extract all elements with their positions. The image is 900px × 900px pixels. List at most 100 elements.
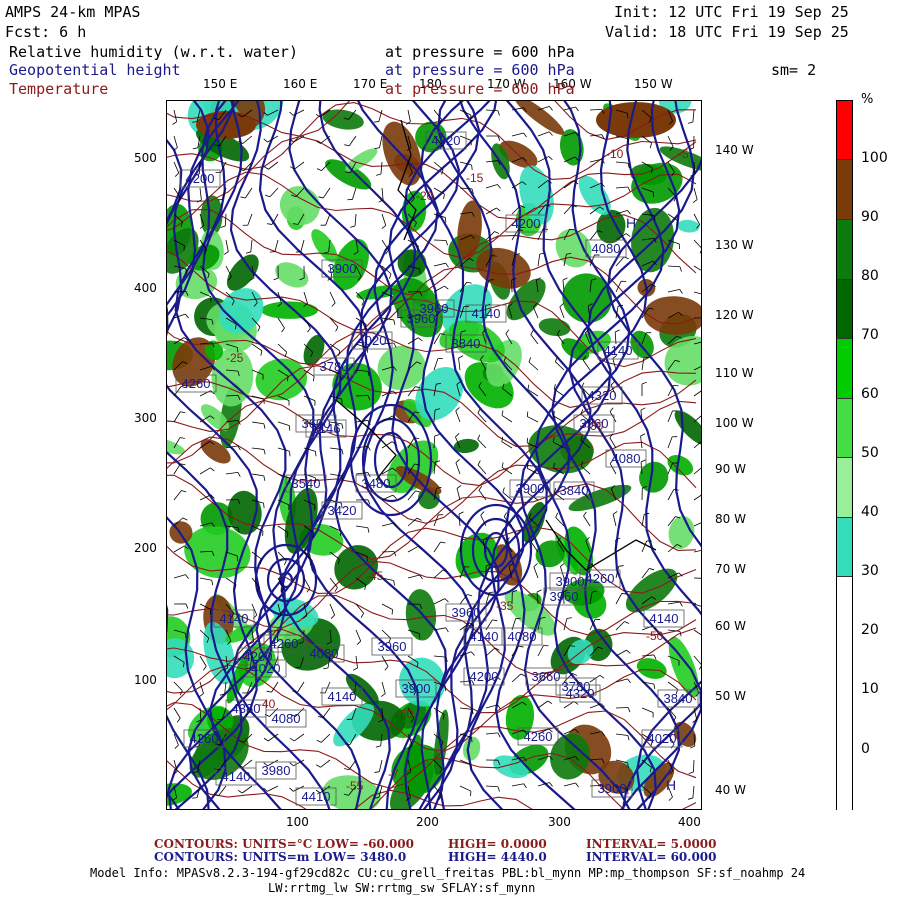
svg-text:4200: 4200	[244, 649, 273, 664]
y-tick-label: 400	[134, 281, 157, 295]
height-contour-label: 4080	[501, 627, 543, 646]
height-contour-label: 3960	[543, 587, 585, 606]
temperature-contour-label: -7	[388, 767, 399, 781]
height-contour-label: 3900	[549, 572, 591, 591]
svg-text:4320: 4320	[432, 133, 461, 148]
right-lon-label: 80 W	[715, 512, 746, 526]
right-lon-label: 120 W	[715, 308, 754, 322]
height-contour-label: 3660	[525, 667, 567, 686]
height-contour-label: 4410	[295, 787, 337, 806]
colorbar-label: 20	[861, 622, 879, 638]
svg-text:4380: 4380	[232, 701, 261, 716]
smoothing-label: sm= 2	[771, 61, 817, 79]
svg-text:3840: 3840	[452, 336, 481, 351]
svg-text:3840: 3840	[664, 691, 693, 706]
svg-text:4140: 4140	[650, 611, 679, 626]
humidity-cell	[260, 301, 318, 319]
colorbar-label: 50	[861, 445, 879, 461]
height-contour-label: 4140	[463, 627, 505, 646]
height-contour-label: 4080	[303, 644, 345, 663]
height-contour-label: 3146	[305, 419, 347, 438]
init-time: Init: 12 UTC Fri 19 Sep 25	[614, 3, 849, 21]
height-contour-label: 4080	[265, 709, 307, 728]
colorbar-band	[837, 160, 852, 220]
svg-text:3900: 3900	[402, 681, 431, 696]
svg-text:3480: 3480	[362, 476, 391, 491]
svg-text:3960: 3960	[550, 589, 579, 604]
colorbar-label: 30	[861, 563, 879, 579]
temperature-contour-label: -15	[466, 171, 484, 185]
right-lon-label: 60 W	[715, 619, 746, 633]
svg-text:4140: 4140	[220, 611, 249, 626]
y-tick-label: 300	[134, 411, 157, 425]
colorbar-band	[837, 577, 852, 813]
svg-text:3960: 3960	[420, 301, 449, 316]
height-contour-label: 4260	[175, 374, 217, 393]
temperature-contour-label: -30	[586, 419, 604, 433]
right-lon-label: 140 W	[715, 143, 754, 157]
svg-text:4260: 4260	[182, 376, 211, 391]
right-lon-label: 100 W	[715, 416, 754, 430]
colorbar-label: 0	[861, 741, 870, 757]
temperature-contour-label: -35	[496, 599, 514, 613]
height-contour-label: 3840	[445, 334, 487, 353]
svg-text:4260: 4260	[190, 731, 219, 746]
colorbar-label: 100	[861, 150, 888, 166]
pressure-center-label: H	[626, 215, 636, 231]
height-contour-label: 3540	[285, 474, 327, 493]
height-contour-high: HIGH= 4440.0	[448, 850, 547, 864]
colorbar-label: 10	[861, 681, 879, 697]
height-contour-label: 4020	[351, 331, 393, 350]
svg-text:4200: 4200	[470, 669, 499, 684]
right-lon-label: 110 W	[715, 366, 754, 380]
colorbar-label: 80	[861, 268, 879, 284]
svg-text:3420: 3420	[328, 503, 357, 518]
svg-text:4140: 4140	[472, 306, 501, 321]
y-tick-label: 100	[134, 673, 157, 687]
valid-time: Valid: 18 UTC Fri 19 Sep 25	[605, 23, 849, 41]
svg-text:3540: 3540	[292, 476, 321, 491]
height-contour-label: 3960	[413, 299, 455, 318]
svg-text:4080: 4080	[508, 629, 537, 644]
svg-text:4140: 4140	[328, 689, 357, 704]
field-3-name: Temperature	[9, 80, 109, 98]
svg-text:4080: 4080	[612, 451, 641, 466]
field-2-name: Geopotential height	[9, 61, 181, 79]
height-contour-label: 3420	[321, 501, 363, 520]
model-info-line1: Model Info: MPASv8.2.3-194-gf29cd82c CU:…	[90, 866, 806, 880]
y-tick-label: 200	[134, 541, 157, 555]
svg-text:4200: 4200	[186, 171, 215, 186]
svg-text:4260: 4260	[586, 571, 615, 586]
svg-text:4260: 4260	[270, 636, 299, 651]
svg-text:3900: 3900	[598, 781, 627, 796]
height-contour-label: 4020	[641, 729, 683, 748]
temperature-contour-label: -55	[346, 779, 364, 793]
svg-text:4200: 4200	[512, 216, 541, 231]
svg-text:4020: 4020	[358, 333, 387, 348]
svg-text:3900: 3900	[328, 261, 357, 276]
right-lon-label: 130 W	[715, 238, 754, 252]
svg-text:4140: 4140	[604, 343, 633, 358]
humidity-colorbar	[836, 100, 853, 813]
temperature-contour-label: -10	[606, 147, 624, 161]
svg-text:4260: 4260	[524, 729, 553, 744]
height-contour-label: 4260	[579, 569, 621, 588]
height-contour-label: 4140	[321, 687, 363, 706]
colorbar-band	[837, 518, 852, 577]
height-contour-label: 3780	[313, 357, 355, 376]
top-lon-label: 160 E	[283, 77, 318, 91]
height-contour-label: 4140	[643, 609, 685, 628]
model-title: AMPS 24-km MPAS	[5, 3, 141, 21]
colorbar-unit: %	[861, 92, 874, 107]
svg-text:4080: 4080	[272, 711, 301, 726]
svg-text:4320: 4320	[566, 686, 595, 701]
colorbar-band	[837, 220, 852, 280]
map-plot: 42004260432042004080396039003960 41404020…	[166, 100, 702, 810]
height-contour-label: 3900	[509, 479, 551, 498]
right-lon-label: 90 W	[715, 462, 746, 476]
svg-text:4080: 4080	[592, 241, 621, 256]
height-contour-label: 4320	[425, 131, 467, 150]
height-contour-label: 4320	[581, 386, 623, 405]
temperature-contour-label: -40	[258, 697, 276, 711]
temperature-contour-label: -25	[226, 351, 244, 365]
